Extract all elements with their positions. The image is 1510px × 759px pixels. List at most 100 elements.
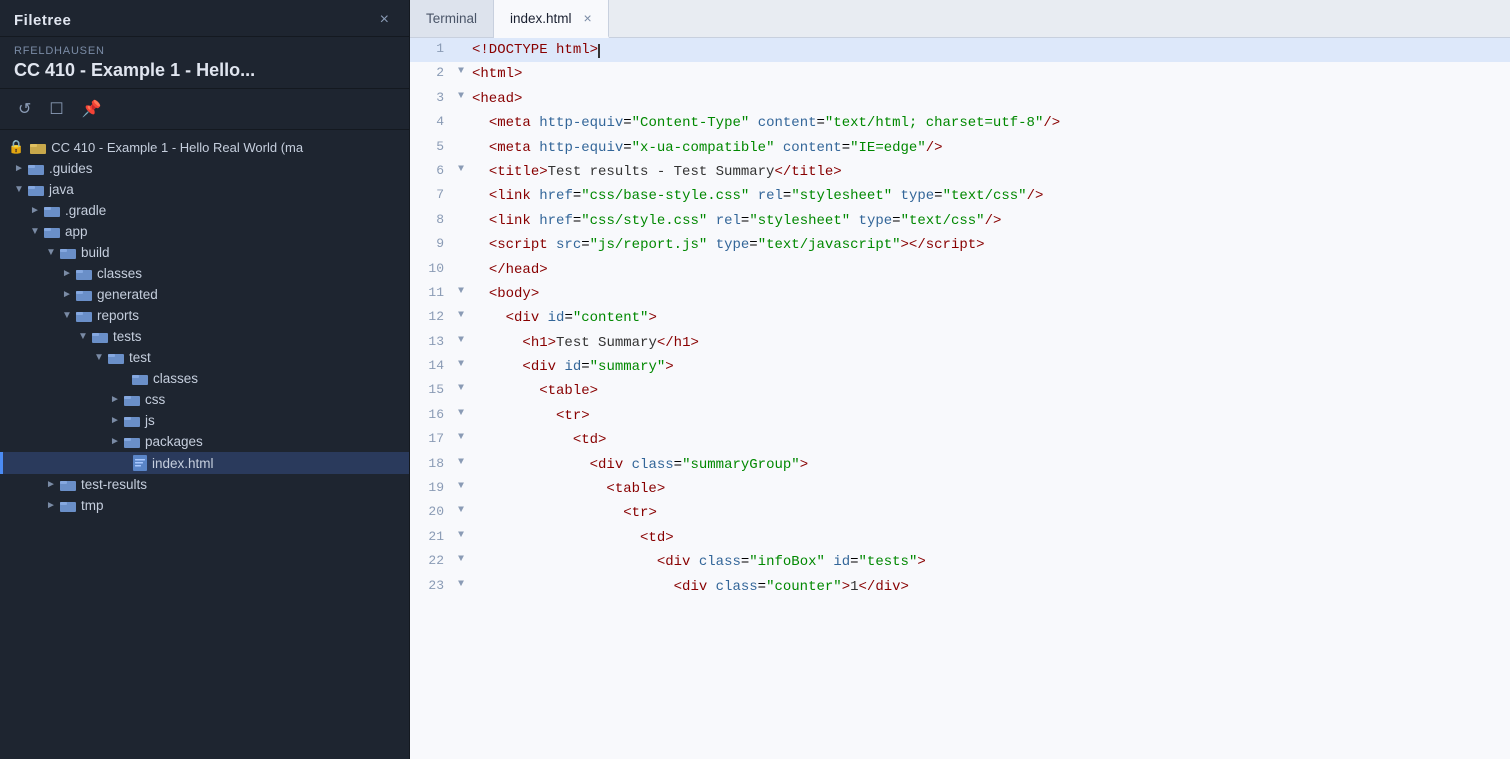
code-content-10: </head> [472,258,1510,282]
arrow-icon-java: ▼ [14,184,26,195]
line-number-9: 9 [410,233,458,255]
tree-item-guides[interactable]: ► .guides [0,158,409,179]
project-user: RFELDHAUSEN [14,45,395,57]
sidebar-close-button[interactable]: × [374,10,395,30]
code-content-4: <meta http-equiv="Content-Type" content=… [472,111,1510,135]
tab-close-button[interactable]: × [584,10,592,26]
fold-18[interactable]: ▼ [458,453,472,471]
arrow-icon-tmp: ► [46,500,58,511]
refresh-icon[interactable]: ↺ [14,97,35,121]
code-content-8: <link href="css/style.css" rel="styleshe… [472,209,1510,233]
folder-icon-test-classes [132,372,148,385]
tree-item-root[interactable]: 🔒 CC 410 - Example 1 - Hello Real World … [0,136,409,158]
tree-item-css[interactable]: ► css [0,389,409,410]
tree-item-build[interactable]: ▼ build [0,242,409,263]
tree-item-classes[interactable]: ► classes [0,263,409,284]
code-content-2: <html> [472,62,1510,86]
tree-item-gradle[interactable]: ► .gradle [0,200,409,221]
code-content-1: <!DOCTYPE html> [472,38,1510,62]
code-line-14: 14 ▼ <div id="summary"> [410,355,1510,379]
fold-10 [458,258,472,260]
folder-icon-test [108,351,124,364]
editor-area[interactable]: 1 <!DOCTYPE html> 2 ▼ <html> 3 ▼ <head> … [410,38,1510,759]
tab-index-html[interactable]: index.html × [494,0,609,38]
tab-terminal-label: Terminal [426,11,477,26]
tree-item-app[interactable]: ▼ app [0,221,409,242]
arrow-icon-app: ▼ [30,226,42,237]
code-line-1: 1 <!DOCTYPE html> [410,38,1510,62]
arrow-icon-test: ▼ [94,352,106,363]
fold-2[interactable]: ▼ [458,62,472,80]
fold-20[interactable]: ▼ [458,501,472,519]
fold-9 [458,233,472,235]
tree-label-build: build [81,245,110,260]
code-line-6: 6 ▼ <title>Test results - Test Summary</… [410,160,1510,184]
line-number-16: 16 [410,404,458,426]
tree-label-js: js [145,413,155,428]
code-line-5: 5 <meta http-equiv="x-ua-compatible" con… [410,136,1510,160]
tree-item-test-classes[interactable]: ► classes [0,368,409,389]
code-line-16: 16 ▼ <tr> [410,404,1510,428]
fold-19[interactable]: ▼ [458,477,472,495]
pin-icon[interactable]: 📌 [78,97,106,121]
line-number-6: 6 [410,160,458,182]
line-number-11: 11 [410,282,458,304]
tree-item-test-results[interactable]: ► test-results [0,474,409,495]
tree-item-reports[interactable]: ▼ reports [0,305,409,326]
tree-label-app: app [65,224,88,239]
tree-item-test[interactable]: ▼ test [0,347,409,368]
folder-icon-gradle [44,204,60,217]
tree-label-classes: classes [97,266,142,281]
tree-item-tests[interactable]: ▼ tests [0,326,409,347]
fold-21[interactable]: ▼ [458,526,472,544]
folder-icon-java [28,183,44,196]
folder-icon-generated [76,288,92,301]
fold-22[interactable]: ▼ [458,550,472,568]
line-number-1: 1 [410,38,458,60]
tree-item-packages[interactable]: ► packages [0,431,409,452]
tree-label-tests: tests [113,329,142,344]
fold-14[interactable]: ▼ [458,355,472,373]
code-content-22: <div class="infoBox" id="tests"> [472,550,1510,574]
tree-item-java[interactable]: ▼ java [0,179,409,200]
line-number-2: 2 [410,62,458,84]
tree-item-tmp[interactable]: ► tmp [0,495,409,516]
code-line-13: 13 ▼ <h1>Test Summary</h1> [410,331,1510,355]
line-number-5: 5 [410,136,458,158]
sidebar: Filetree × RFELDHAUSEN CC 410 - Example … [0,0,410,759]
line-number-23: 23 [410,575,458,597]
monitor-icon[interactable]: ☐ [45,97,67,121]
fold-11[interactable]: ▼ [458,282,472,300]
code-content-13: <h1>Test Summary</h1> [472,331,1510,355]
tree-item-index-html[interactable]: ► index.html [0,452,409,474]
tree-item-generated[interactable]: ► generated [0,284,409,305]
fold-13[interactable]: ▼ [458,331,472,349]
code-line-8: 8 <link href="css/style.css" rel="styles… [410,209,1510,233]
tree-label-generated: generated [97,287,158,302]
fold-17[interactable]: ▼ [458,428,472,446]
fold-3[interactable]: ▼ [458,87,472,105]
tree-label-test: test [129,350,151,365]
sidebar-title: Filetree [14,12,71,29]
folder-icon-reports [76,309,92,322]
code-content-19: <table> [472,477,1510,501]
tree-label-index-html: index.html [152,456,214,471]
code-line-22: 22 ▼ <div class="infoBox" id="tests"> [410,550,1510,574]
code-line-21: 21 ▼ <td> [410,526,1510,550]
fold-15[interactable]: ▼ [458,379,472,397]
code-line-3: 3 ▼ <head> [410,87,1510,111]
fold-16[interactable]: ▼ [458,404,472,422]
arrow-icon-generated: ► [62,289,74,300]
tree-item-js[interactable]: ► js [0,410,409,431]
arrow-icon-css: ► [110,394,122,405]
fold-23[interactable]: ▼ [458,575,472,593]
code-line-23: 23 ▼ <div class="counter">1</div> [410,575,1510,599]
folder-icon-app [44,225,60,238]
tree-label-tmp: tmp [81,498,104,513]
code-content-9: <script src="js/report.js" type="text/ja… [472,233,1510,257]
fold-6[interactable]: ▼ [458,160,472,178]
folder-icon-test-results [60,478,76,491]
fold-12[interactable]: ▼ [458,306,472,324]
tab-terminal[interactable]: Terminal [410,0,494,37]
code-content-3: <head> [472,87,1510,111]
